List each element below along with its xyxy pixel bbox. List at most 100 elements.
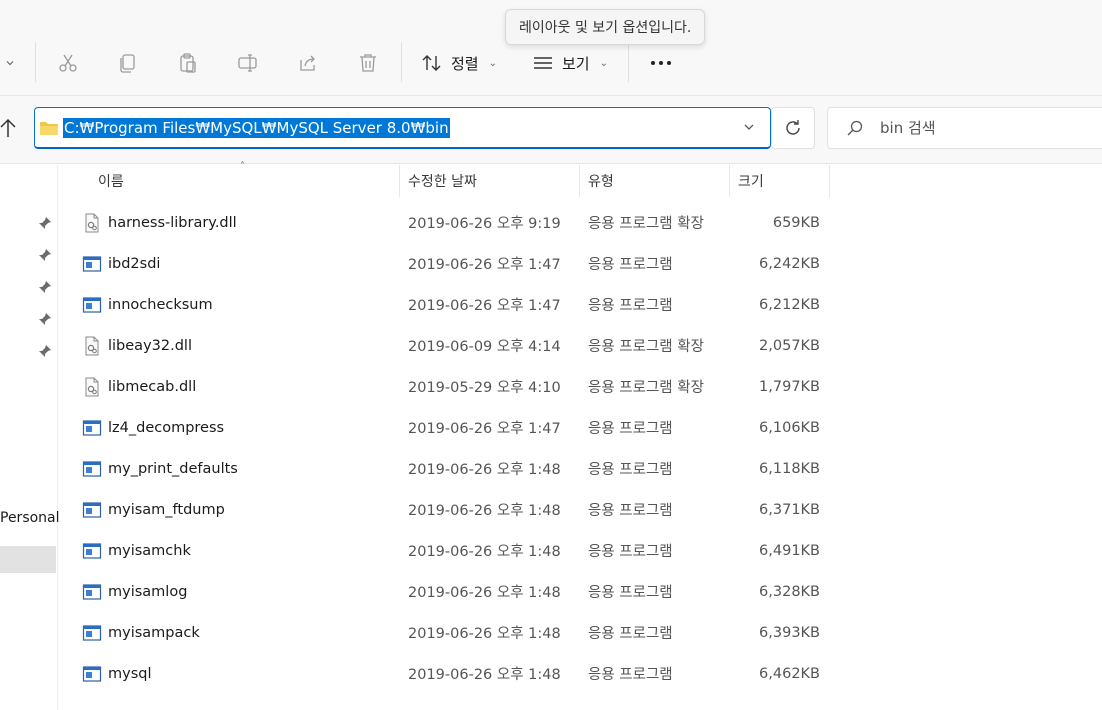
file-type: 응용 프로그램 xyxy=(588,503,673,519)
share-icon xyxy=(300,55,315,71)
sort-icon xyxy=(422,55,441,71)
file-name: lz4_decompress xyxy=(108,419,225,436)
view-options-tooltip: 레이아웃 및 보기 옵션입니다. xyxy=(505,9,706,45)
command-bar: 정렬 ⌄ 보기 ⌄ 레이아웃 및 보기 옵션입니다. xyxy=(0,0,1102,96)
file-name-cell[interactable]: myisamlog xyxy=(82,571,187,612)
column-header-date[interactable]: 수정한 날짜 xyxy=(400,165,580,197)
file-date: 2019-06-26 오후 1:48 xyxy=(408,462,561,478)
file-name: my_print_defaults xyxy=(108,460,238,477)
nav-item-personal[interactable]: Personal xyxy=(0,510,60,526)
file-size: 6,491KB xyxy=(759,542,820,559)
file-size: 1,797KB xyxy=(759,378,820,395)
new-dropdown-chevron[interactable] xyxy=(0,46,20,80)
file-row[interactable]: mysql 2019-06-26 오후 1:48 응용 프로그램 6,462KB xyxy=(60,653,840,694)
scissors-icon xyxy=(59,54,77,72)
column-header-size-label: 크기 xyxy=(738,174,764,190)
file-name-cell[interactable]: lz4_decompress xyxy=(82,407,224,448)
file-name-cell[interactable]: myisamchk xyxy=(82,530,191,571)
pin-icon[interactable] xyxy=(37,215,53,231)
exe-icon xyxy=(82,460,102,477)
file-name: myisam_ftdump xyxy=(108,501,225,518)
file-name-cell[interactable]: my_print_defaults xyxy=(82,448,238,489)
file-name-cell[interactable]: harness-library.dll xyxy=(82,202,237,243)
file-date: 2019-06-26 오후 1:47 xyxy=(408,257,561,273)
file-name-cell[interactable]: myisampack xyxy=(82,612,200,653)
address-row: C:₩Program Files₩MySQL₩MySQL Server 8.0₩… xyxy=(0,96,1102,164)
file-name-cell[interactable]: libeay32.dll xyxy=(82,325,192,366)
address-bar[interactable]: C:₩Program Files₩MySQL₩MySQL Server 8.0₩… xyxy=(34,107,771,149)
nav-item-selected[interactable] xyxy=(0,546,56,573)
file-size: 6,371KB xyxy=(759,501,820,518)
column-header-type-label: 유형 xyxy=(588,174,614,190)
file-row[interactable]: my_print_defaults 2019-06-26 오후 1:48 응용 프로… xyxy=(60,448,840,489)
file-type: 응용 프로그램 xyxy=(588,585,673,601)
pin-icon[interactable] xyxy=(37,247,53,263)
delete-button[interactable] xyxy=(354,46,382,80)
file-row[interactable]: innochecksum 2019-06-26 오후 1:47 응용 프로그램 6,2… xyxy=(60,284,840,325)
file-name: myisampack xyxy=(108,624,200,641)
address-history-dropdown[interactable] xyxy=(742,119,756,138)
dll-icon xyxy=(85,213,99,232)
more-dots-icon xyxy=(651,61,671,65)
file-date: 2019-05-29 오후 4:10 xyxy=(408,380,561,396)
file-row[interactable]: myisampack 2019-06-26 오후 1:48 응용 프로그램 6,393… xyxy=(60,612,840,653)
toolbar-separator xyxy=(628,42,629,82)
file-size: 659KB xyxy=(772,214,820,231)
file-name-cell[interactable]: innochecksum xyxy=(82,284,213,325)
file-size: 6,462KB xyxy=(759,665,820,682)
copy-button[interactable] xyxy=(114,46,142,80)
pin-icon[interactable] xyxy=(37,311,53,327)
file-date: 2019-06-26 오후 1:48 xyxy=(408,585,561,601)
file-name-cell[interactable]: mysql xyxy=(82,653,152,694)
file-date: 2019-06-26 오후 1:47 xyxy=(408,298,561,314)
file-size: 2,057KB xyxy=(759,337,820,354)
file-row[interactable]: lz4_decompress 2019-06-26 오후 1:47 응용 프로그램 6… xyxy=(60,407,840,448)
file-row[interactable]: myisamlog 2019-06-26 오후 1:48 응용 프로그램 6,328K… xyxy=(60,571,840,612)
file-name-cell[interactable]: ibd2sdi xyxy=(82,243,160,284)
rename-icon xyxy=(238,54,257,72)
file-name-cell[interactable]: myisam_ftdump xyxy=(82,489,225,530)
up-button[interactable] xyxy=(0,116,18,140)
file-row[interactable]: libmecab.dll 2019-05-29 오후 4:10 응용 프로그램 확장… xyxy=(60,366,840,407)
rename-button[interactable] xyxy=(234,46,262,80)
clipboard-icon xyxy=(180,53,196,73)
pin-icon[interactable] xyxy=(37,343,53,359)
refresh-button[interactable] xyxy=(771,107,815,149)
file-row[interactable]: libeay32.dll 2019-06-09 오후 4:14 응용 프로그램 확장… xyxy=(60,325,840,366)
toolbar-separator xyxy=(401,42,402,82)
view-button[interactable]: 보기 ⌄ xyxy=(532,46,608,80)
file-type: 응용 프로그램 xyxy=(588,257,673,273)
address-path[interactable]: C:₩Program Files₩MySQL₩MySQL Server 8.0₩… xyxy=(63,117,450,138)
toolbar-separator xyxy=(35,42,36,82)
pin-icon[interactable] xyxy=(37,279,53,295)
file-row[interactable]: ibd2sdi 2019-06-26 오후 1:47 응용 프로그램 6,242KB xyxy=(60,243,840,284)
navigation-pane: Personal xyxy=(0,165,60,710)
chevron-down-icon: ⌄ xyxy=(599,57,608,69)
column-header-size[interactable]: 크기 xyxy=(730,165,830,197)
column-header-name[interactable]: 이름 xyxy=(60,165,400,197)
exe-icon xyxy=(82,419,102,436)
cut-button[interactable] xyxy=(54,46,82,80)
share-button[interactable] xyxy=(294,46,322,80)
file-name: innochecksum xyxy=(108,296,213,313)
chevron-down-icon xyxy=(744,124,754,130)
view-label: 보기 xyxy=(562,54,590,73)
file-row[interactable]: harness-library.dll 2019-06-26 오후 9:19 응용 … xyxy=(60,202,840,243)
arrow-up-icon xyxy=(0,118,16,137)
file-type: 응용 프로그램 확장 xyxy=(588,339,704,355)
column-header-type[interactable]: 유형 xyxy=(580,165,730,197)
file-size: 6,242KB xyxy=(759,255,820,272)
search-icon xyxy=(847,120,863,136)
sort-button[interactable]: 정렬 ⌄ xyxy=(421,46,497,80)
file-name-cell[interactable]: libmecab.dll xyxy=(82,366,196,407)
file-date: 2019-06-26 오후 1:48 xyxy=(408,626,561,642)
file-row[interactable]: myisam_ftdump 2019-06-26 오후 1:48 응용 프로그램 6,… xyxy=(60,489,840,530)
file-name: ibd2sdi xyxy=(108,255,161,272)
paste-button[interactable] xyxy=(174,46,202,80)
column-header-row: 이름 ˄ 수정한 날짜 유형 크기 xyxy=(60,161,840,197)
search-box[interactable] xyxy=(827,107,1102,149)
more-options-button[interactable] xyxy=(648,46,674,80)
file-row[interactable]: myisamchk 2019-06-26 오후 1:48 응용 프로그램 6,491K… xyxy=(60,530,840,571)
search-input[interactable] xyxy=(878,118,1098,138)
file-size: 6,118KB xyxy=(759,460,820,477)
